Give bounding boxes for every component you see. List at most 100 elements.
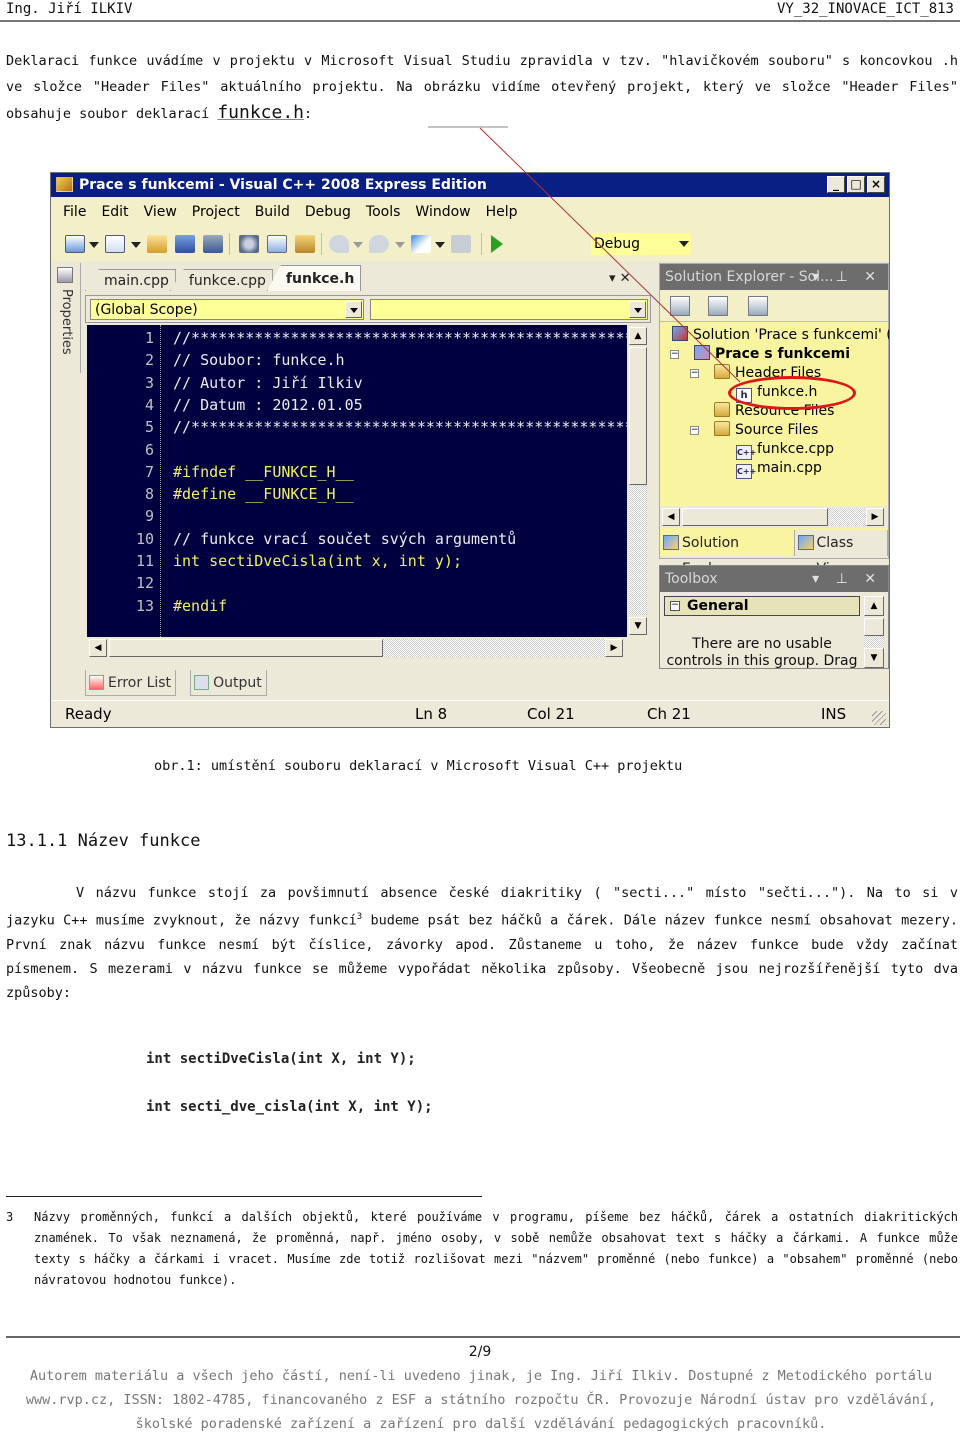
refresh-icon[interactable] xyxy=(708,296,728,316)
menu-project[interactable]: Project xyxy=(192,204,240,220)
scroll-down-icon[interactable]: ▼ xyxy=(864,648,884,668)
menu-tools[interactable]: Tools xyxy=(366,204,401,220)
toolbar-separator xyxy=(229,233,230,255)
tree-item-funkce-cpp[interactable]: C++funkce.cpp xyxy=(736,440,834,460)
scroll-up-icon[interactable]: ▲ xyxy=(629,327,647,345)
tree-item-project[interactable]: Prace s funkcemi xyxy=(694,345,850,364)
properties-strip[interactable]: Properties xyxy=(51,263,81,373)
new-project-icon[interactable] xyxy=(65,235,85,253)
panel-controls[interactable]: ▾ ⊥ ✕ xyxy=(812,566,882,592)
tab-main-cpp[interactable]: main.cpp xyxy=(85,269,176,291)
tree-item-source-files[interactable]: Source Files xyxy=(714,421,818,440)
cpp-file-icon: C++ xyxy=(736,464,756,479)
scroll-left-icon[interactable]: ◀ xyxy=(89,639,107,657)
open-icon[interactable] xyxy=(147,235,167,253)
scroll-track[interactable] xyxy=(629,485,647,615)
scroll-thumb[interactable] xyxy=(629,347,647,485)
scroll-right-icon[interactable]: ▶ xyxy=(866,508,884,526)
tab-controls[interactable]: ▾ ✕ xyxy=(609,271,631,286)
tab-error-list[interactable]: Error List xyxy=(85,670,177,696)
start-debug-icon[interactable] xyxy=(491,235,503,253)
add-item-dropdown-icon[interactable] xyxy=(131,242,141,248)
scroll-track[interactable] xyxy=(864,636,884,648)
maximize-button[interactable]: □ xyxy=(847,176,865,193)
folder-open-icon xyxy=(714,421,730,436)
properties-icon xyxy=(57,267,73,283)
section-heading: 13.1.1 Název funkce xyxy=(6,831,201,851)
toolbox-scrollbar[interactable]: ▲ ▼ xyxy=(864,596,884,668)
scroll-track[interactable] xyxy=(383,639,605,657)
copy-icon[interactable] xyxy=(267,235,287,253)
undo-icon[interactable] xyxy=(329,235,349,253)
close-button[interactable]: × xyxy=(867,176,885,193)
undo-dropdown-icon[interactable] xyxy=(353,242,363,248)
collapse-icon[interactable]: − xyxy=(670,350,679,359)
menu-view[interactable]: View xyxy=(144,204,177,220)
editor-vertical-scrollbar[interactable]: ▲ ▼ xyxy=(627,325,649,637)
intro-suffix: : xyxy=(304,106,313,122)
save-all-icon[interactable] xyxy=(203,235,223,253)
chevron-down-icon[interactable] xyxy=(629,301,646,318)
solution-explorer-toolbar xyxy=(660,290,888,322)
resize-grip[interactable] xyxy=(872,711,886,725)
project-icon xyxy=(694,345,710,360)
code-editor[interactable]: 1 2 3 4 5 6 7 8 9 10 11 12 13 //********************… xyxy=(87,325,627,637)
chevron-down-icon[interactable] xyxy=(679,241,689,247)
scroll-left-icon[interactable]: ◀ xyxy=(662,508,680,526)
class-diagram-icon[interactable] xyxy=(748,296,768,316)
collapse-icon[interactable]: − xyxy=(670,601,680,611)
menu-file[interactable]: File xyxy=(63,204,86,220)
member-select[interactable] xyxy=(370,299,648,320)
scope-select[interactable]: (Global Scope) xyxy=(90,299,364,320)
scroll-thumb[interactable] xyxy=(864,618,884,636)
menu-edit[interactable]: Edit xyxy=(101,204,128,220)
navigate-forward-icon[interactable] xyxy=(451,235,471,253)
solution-config-select[interactable]: Debug xyxy=(591,233,691,255)
tab-solution-explorer[interactable]: Solution Explorer xyxy=(660,530,795,577)
collapse-icon[interactable]: − xyxy=(690,426,699,435)
scroll-right-icon[interactable]: ▶ xyxy=(605,639,623,657)
menu-build[interactable]: Build xyxy=(255,204,290,220)
scroll-thumb[interactable] xyxy=(109,639,383,657)
tree-horizontal-scrollbar[interactable]: ◀ ▶ xyxy=(660,506,888,528)
cpp-file-icon: C++ xyxy=(736,445,756,460)
line-number: 5 xyxy=(144,418,154,437)
toolbox-group-general[interactable]: − General xyxy=(664,596,860,616)
tab-class-view[interactable]: Class View xyxy=(795,530,888,577)
add-item-icon[interactable] xyxy=(105,235,125,253)
paste-icon[interactable] xyxy=(295,235,315,253)
intro-paragraph: Deklaraci funkce uvádíme v projektu v Mi… xyxy=(6,48,958,127)
scroll-down-icon[interactable]: ▼ xyxy=(629,617,647,635)
menu-window[interactable]: Window xyxy=(415,204,470,220)
save-icon[interactable] xyxy=(175,235,195,253)
editor-horizontal-scrollbar[interactable]: ◀ ▶ xyxy=(87,637,627,659)
redo-icon[interactable] xyxy=(369,235,389,253)
show-all-files-icon[interactable] xyxy=(670,296,690,316)
menu-help[interactable]: Help xyxy=(486,204,518,220)
menu-debug[interactable]: Debug xyxy=(305,204,351,220)
tab-funkce-h[interactable]: funkce.h xyxy=(266,265,362,291)
scroll-thumb[interactable] xyxy=(682,508,828,526)
class-view-icon xyxy=(797,535,814,550)
chevron-down-icon[interactable] xyxy=(345,301,362,318)
tab-output[interactable]: Output xyxy=(190,670,267,696)
scroll-track[interactable] xyxy=(828,508,866,526)
code-line: // funkce vrací součet svých argumentů xyxy=(173,529,517,548)
navigate-backward-icon[interactable] xyxy=(411,235,431,253)
tree-item-solution[interactable]: Solution 'Prace s funkcemi' (1 xyxy=(672,326,889,345)
redo-dropdown-icon[interactable] xyxy=(395,242,405,248)
page-header: Ing. Jiří ILKIV VY_32_INOVACE_ICT_813 xyxy=(0,0,960,22)
scroll-up-icon[interactable]: ▲ xyxy=(864,596,884,616)
status-mode: INS xyxy=(821,705,847,723)
navigate-dropdown-icon[interactable] xyxy=(435,242,445,248)
tab-funkce-cpp[interactable]: funkce.cpp xyxy=(169,269,273,291)
code-line: #ifndef __FUNKCE_H__ xyxy=(173,462,354,481)
tree-item-main-cpp[interactable]: C++main.cpp xyxy=(736,459,822,479)
panel-controls[interactable]: ▾ ⊥ ✕ xyxy=(812,264,882,290)
new-project-dropdown-icon[interactable] xyxy=(89,242,99,248)
code-example-camel: int sectiDveCisla(int X, int Y); xyxy=(146,1051,416,1067)
status-char: Ch 21 xyxy=(647,705,691,723)
cut-icon[interactable] xyxy=(239,235,259,253)
collapse-icon[interactable]: − xyxy=(690,369,699,378)
minimize-button[interactable]: _ xyxy=(827,176,845,193)
